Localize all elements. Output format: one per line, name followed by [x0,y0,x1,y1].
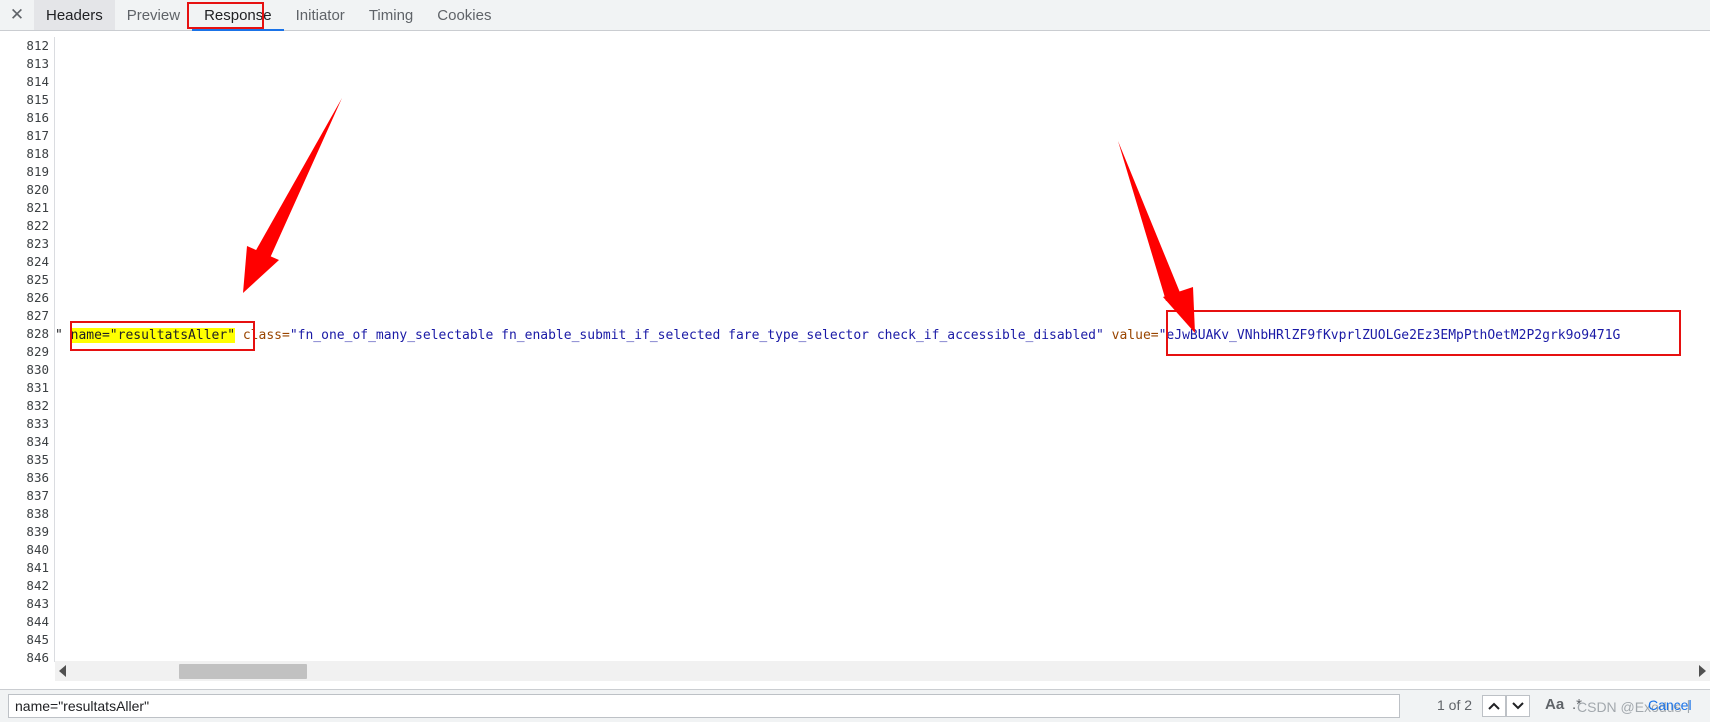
match-case-button[interactable]: Aa [1545,696,1564,713]
line-number: 837 [26,488,49,503]
line-number: 823 [26,236,49,251]
class-attribute-value: "fn_one_of_many_selectable fn_enable_sub… [289,328,1104,343]
line-number: 819 [26,164,49,179]
line-number: 835 [26,452,49,467]
line-number: 829 [26,344,49,359]
code-line-828: " name="resultatsAller" class="fn_one_of… [55,326,1620,345]
line-number: 841 [26,560,49,575]
line-number: 832 [26,398,49,413]
line-number-gutter: 812 813 814 815 816 817 818 819 820 821 822 823 824 8… [0,37,55,662]
line-number: 838 [26,506,49,521]
line-number: 831 [26,380,49,395]
devtools-tab-bar: ✕ Headers Preview Response Initiator Tim… [0,0,1710,31]
cancel-search-link[interactable]: Cancel [1648,697,1692,713]
line-number: 816 [26,110,49,125]
scroll-left-icon[interactable] [59,665,66,677]
match-count: 1 of 2 [1437,697,1473,713]
line-number: 821 [26,200,49,215]
tab-timing[interactable]: Timing [357,0,425,30]
line-number: 824 [26,254,49,269]
line-number: 845 [26,632,49,647]
search-bar: 1 of 2 Aa .* CSDN @Exodus丨 Cancel [0,689,1710,722]
scrollbar-thumb[interactable] [179,664,307,679]
previous-match-button[interactable] [1482,695,1506,717]
response-code-view[interactable]: 812 813 814 815 816 817 818 819 820 821 822 823 824 8… [0,32,1710,662]
line-number: 830 [26,362,49,377]
line-number: 842 [26,578,49,593]
line-number: 812 [26,38,49,53]
tab-initiator[interactable]: Initiator [284,0,357,30]
search-match-name: name="resultatsAller" [70,328,236,343]
line-number: 828 [26,326,49,341]
next-match-button[interactable] [1506,695,1530,717]
tab-cookies[interactable]: Cookies [425,0,503,30]
chevron-down-icon [1512,702,1524,710]
line-number: 822 [26,218,49,233]
line-number: 820 [26,182,49,197]
line-number: 813 [26,56,49,71]
line-number: 818 [26,146,49,161]
value-attribute-name: value= [1111,328,1159,343]
horizontal-scrollbar[interactable] [55,661,1710,681]
line-number: 814 [26,74,49,89]
tab-headers[interactable]: Headers [34,0,115,30]
line-number: 815 [26,92,49,107]
line-number: 839 [26,524,49,539]
line-number: 825 [26,272,49,287]
scroll-right-icon[interactable] [1699,665,1706,677]
close-panel-icon[interactable]: ✕ [0,0,34,30]
chevron-up-icon [1488,702,1500,710]
line-prefix: " [55,328,71,343]
class-attribute-name: class= [242,328,290,343]
line-number: 834 [26,434,49,449]
search-input[interactable] [8,694,1400,718]
line-number: 844 [26,614,49,629]
line-number: 846 [26,650,49,662]
value-attribute-value: "eJwBUAKv_VNhbHRlZF9fKvprlZUOLGe2Ez3EMpP… [1158,328,1621,343]
line-number: 817 [26,128,49,143]
line-number: 833 [26,416,49,431]
line-number: 836 [26,470,49,485]
tab-response[interactable]: Response [192,0,284,31]
tab-preview[interactable]: Preview [115,0,192,30]
line-number: 843 [26,596,49,611]
line-number: 827 [26,308,49,323]
line-number: 826 [26,290,49,305]
line-number: 840 [26,542,49,557]
